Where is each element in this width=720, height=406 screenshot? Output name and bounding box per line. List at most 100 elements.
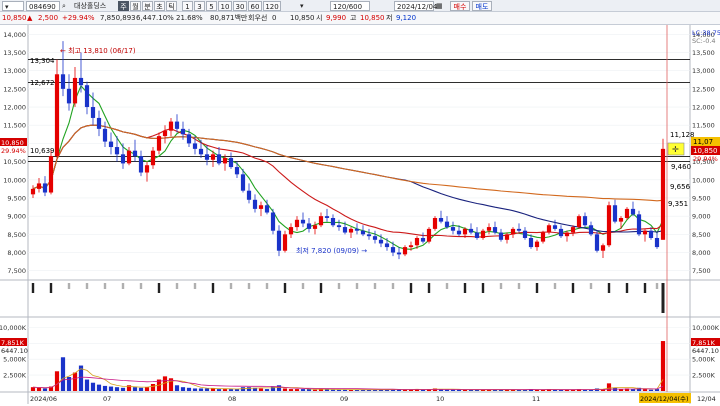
date-label-end: 12/04	[697, 395, 716, 403]
tab-mode-tick[interactable]: 틱	[166, 1, 177, 11]
price-volume-chart[interactable]: 14,000 14,00013,500 13,50013,000 13,00012,5…	[0, 25, 720, 404]
interval-5[interactable]: 5	[206, 1, 217, 11]
signal-bar	[103, 283, 107, 289]
hline-label-12672: 12,672	[30, 79, 55, 87]
sell-toggle[interactable]: 매도	[472, 1, 492, 11]
signal-bar	[265, 283, 269, 289]
volume-bar	[180, 387, 186, 391]
period-dropdown-icon[interactable]: ▾	[300, 1, 312, 11]
candle-body	[336, 225, 342, 228]
signal-bar	[283, 283, 287, 293]
candle-body	[246, 190, 252, 200]
crosshair-icon: ✛	[672, 145, 679, 154]
current-price-tag: 11,07	[693, 138, 713, 146]
signal-bar	[445, 283, 449, 289]
signal-bar	[535, 283, 539, 293]
candle-body	[186, 134, 192, 144]
date-label-3: 09	[340, 395, 348, 403]
volume-bar	[54, 371, 60, 391]
date-label-0: 2024/06	[30, 395, 57, 403]
candle-body	[360, 230, 366, 235]
volume-bar	[336, 389, 342, 391]
interval-30[interactable]: 30	[233, 1, 247, 11]
stock-code-prefix[interactable]: ▾	[2, 1, 24, 11]
signal-bar	[157, 283, 161, 293]
candle-body	[48, 156, 54, 193]
candle-body	[408, 245, 414, 248]
interval-1[interactable]: 1	[182, 1, 193, 11]
volume-bar	[174, 385, 180, 391]
level-9351-label: 9,351	[668, 200, 688, 208]
candle-body	[582, 216, 588, 226]
signal-bar	[337, 283, 341, 289]
quote-ex-label: 회우선	[248, 14, 268, 22]
tab-mode-minute[interactable]: 초	[154, 1, 165, 11]
interval-60[interactable]: 60	[248, 1, 262, 11]
interval-120[interactable]: 120	[263, 1, 281, 11]
candle-body	[444, 221, 450, 228]
volume-bar	[408, 389, 414, 391]
price-tick-right: 13,000	[692, 67, 715, 75]
stock-code-input[interactable]: 084690	[26, 1, 60, 11]
candle-body	[354, 228, 360, 231]
price-tick-left: 12,500	[3, 85, 26, 93]
buy-toggle[interactable]: 매수	[450, 1, 470, 11]
volume-bar	[108, 386, 114, 391]
signal-bar	[571, 283, 575, 293]
left-pct-tag: 29.94%	[1, 147, 26, 155]
quote-open: 10,850	[290, 14, 315, 22]
candle-body	[78, 77, 84, 86]
interval-10[interactable]: 10	[218, 1, 232, 11]
date-input[interactable]: 2024/12/04	[394, 1, 437, 11]
chart-area[interactable]: 14,000 14,000 13,500 13,500 13,000 13,000 12,5…	[0, 25, 720, 404]
volume-bar	[402, 389, 408, 391]
tab-mode-month[interactable]: 분	[142, 1, 153, 11]
signal-bar	[49, 283, 53, 293]
candle-body	[120, 154, 126, 164]
interval-3[interactable]: 3	[194, 1, 205, 11]
level-9656-label: 9,656	[670, 183, 691, 191]
volume-bar	[30, 387, 36, 391]
candle-body	[474, 232, 480, 238]
calendar-icon[interactable]: ▦	[436, 1, 446, 11]
candle-body	[642, 230, 648, 235]
candle-body	[90, 107, 96, 118]
volume-bar	[660, 341, 666, 391]
vol-tag1: 7,851K	[692, 339, 716, 347]
quote-volume: 7,850,893	[100, 14, 136, 22]
candle-body	[558, 228, 564, 237]
candle-body	[486, 227, 492, 231]
volume-bar	[420, 389, 426, 391]
volume-tick-right: 5,000K	[692, 356, 716, 364]
volume-bar	[102, 385, 108, 391]
last-low-label: 9,460	[671, 163, 691, 171]
signal-bar	[643, 283, 647, 293]
candle-body	[456, 230, 462, 235]
signal-bar	[655, 283, 659, 289]
candle-body	[450, 227, 456, 231]
volume-bar	[60, 357, 66, 391]
search-icon[interactable]: ⌕	[62, 1, 72, 11]
candle-body	[504, 234, 510, 240]
signal-bar	[589, 283, 593, 289]
volume-bar	[228, 389, 234, 391]
quote-volume-pct: 6,447.10%	[136, 14, 174, 22]
period-input[interactable]: 120/600	[330, 1, 370, 11]
candle-body	[330, 217, 336, 226]
signal-bar	[517, 283, 521, 289]
low-annotation: 최저 7,820 (09/09) →	[296, 246, 367, 255]
candle-body	[114, 147, 120, 155]
candle-body	[66, 88, 72, 104]
volume-bar	[96, 384, 102, 391]
candle-body	[252, 199, 258, 209]
signal-bar	[463, 283, 467, 293]
tab-mode-day[interactable]: 주	[118, 1, 129, 11]
tab-mode-week[interactable]: 월	[130, 1, 141, 11]
volume-bar	[84, 379, 90, 391]
candle-body	[600, 245, 606, 251]
hts-chart-window: ▾ 084690 ⌕ 대상홀딩스 주 월 분 초 틱 1 3 5 10 30 6…	[0, 0, 720, 404]
candle-body	[576, 216, 582, 228]
volume-bar	[222, 389, 228, 391]
price-tick-right: 13,500	[692, 49, 715, 57]
candle-body	[282, 234, 288, 251]
